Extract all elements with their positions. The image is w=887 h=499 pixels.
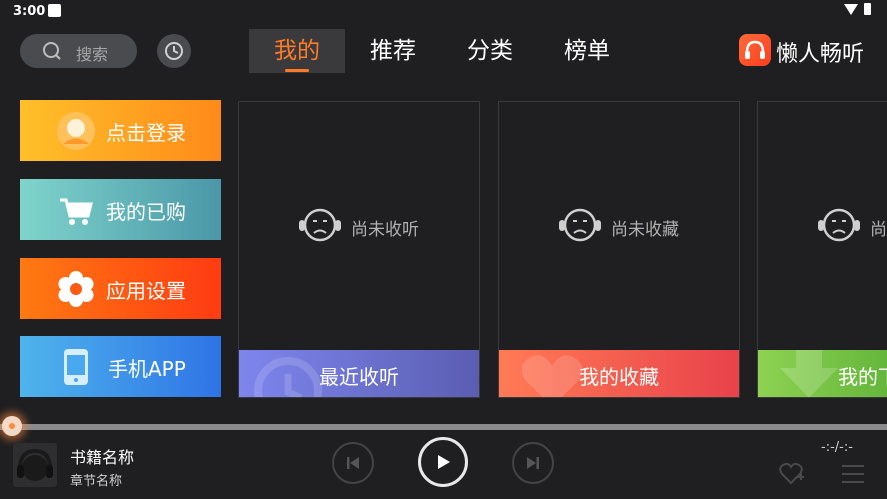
skip-previous-icon — [347, 457, 359, 469]
battery-icon — [864, 3, 871, 15]
card-footer: 我的下 — [758, 350, 887, 397]
notification-icon — [48, 4, 61, 17]
playlist-icon[interactable] — [841, 463, 865, 485]
play-icon — [438, 455, 450, 469]
settings-label: 应用设置 — [106, 279, 186, 303]
purchased-button[interactable]: 我的已购 — [20, 179, 221, 240]
play-button[interactable] — [418, 437, 468, 487]
card-title: 最近收听 — [319, 365, 399, 389]
history-icon — [165, 42, 183, 60]
download-watermark-icon — [780, 350, 838, 397]
sad-face-icon — [559, 208, 601, 242]
tab-mine[interactable]: 我的 — [249, 29, 345, 73]
card-footer: 最近收听 — [239, 350, 479, 397]
tab-recommend[interactable]: 推荐 — [345, 29, 441, 73]
my-favorites-card[interactable]: 尚未收藏 我的收藏 — [498, 101, 740, 398]
cart-icon — [60, 198, 93, 225]
recent-listen-card[interactable]: 尚未收听 最近收听 — [238, 101, 480, 398]
mobile-app-label: 手机APP — [108, 357, 186, 381]
clock-watermark-icon — [254, 357, 322, 397]
sad-face-icon — [818, 208, 860, 242]
wifi-icon — [844, 4, 858, 15]
empty-text: 尚未收藏 — [611, 220, 679, 240]
previous-button[interactable] — [332, 442, 374, 484]
empty-text: 尚 — [870, 220, 887, 240]
search-box[interactable]: 搜索 — [20, 34, 137, 68]
progress-thumb[interactable] — [2, 416, 22, 436]
status-bar: 3:00 — [0, 0, 887, 22]
skip-next-icon — [527, 457, 539, 469]
gear-icon — [58, 271, 94, 307]
tab-category[interactable]: 分类 — [442, 29, 538, 73]
brand-name: 懒人畅听 — [776, 42, 865, 67]
history-button[interactable] — [157, 34, 191, 68]
settings-button[interactable]: 应用设置 — [20, 258, 221, 319]
next-button[interactable] — [512, 442, 554, 484]
search-icon — [43, 42, 61, 60]
user-avatar-icon — [57, 112, 95, 150]
my-downloads-card[interactable]: 尚 我的下 — [757, 101, 887, 398]
card-title: 我的收藏 — [579, 365, 659, 389]
mobile-app-button[interactable]: 手机APP — [20, 336, 221, 397]
tab-charts[interactable]: 榜单 — [539, 29, 635, 73]
chapter-name: 章节名称 — [70, 474, 123, 489]
card-footer: 我的收藏 — [499, 350, 739, 397]
card-title: 我的下 — [838, 365, 887, 389]
heart-watermark-icon — [521, 355, 583, 397]
search-placeholder: 搜索 — [76, 45, 109, 64]
sad-face-icon — [299, 208, 341, 242]
phone-app-icon — [64, 349, 88, 385]
playback-time: -:-/-:- — [821, 440, 853, 455]
playback-progress-bar[interactable] — [0, 416, 887, 436]
empty-text: 尚未收听 — [351, 220, 419, 240]
headphones-face-icon — [17, 448, 53, 481]
status-time: 3:00 — [13, 4, 46, 19]
book-name: 书籍名称 — [70, 448, 135, 467]
login-label: 点击登录 — [106, 121, 186, 145]
book-cover[interactable] — [13, 443, 57, 487]
add-favorite-icon[interactable] — [779, 462, 805, 486]
app-logo — [739, 34, 771, 66]
login-button[interactable]: 点击登录 — [20, 100, 221, 161]
purchased-label: 我的已购 — [106, 200, 186, 224]
